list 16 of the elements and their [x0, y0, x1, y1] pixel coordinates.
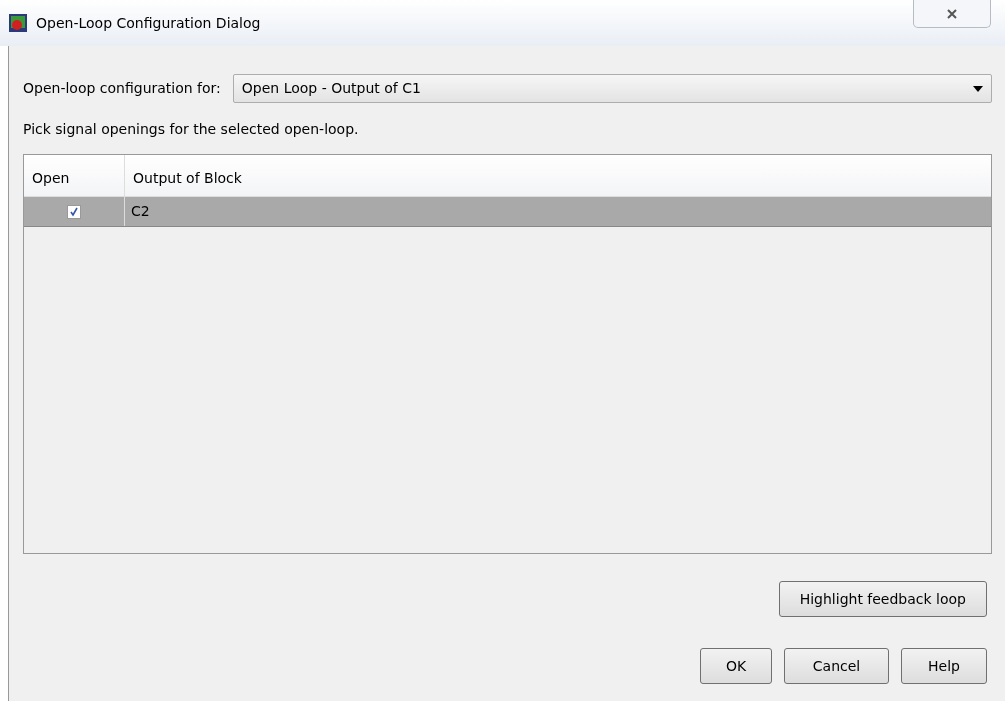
column-header: Open [24, 155, 125, 196]
config-label: Open-loop configuration for: [23, 79, 221, 98]
window-title: Open-Loop Configuration Dialog [36, 13, 261, 33]
config-dropdown[interactable]: Open Loop - Output of C1 [232, 74, 992, 103]
instruction-text: Pick signal openings for the selected open-loop. [23, 120, 360, 139]
caret-icon [973, 85, 983, 92]
table-row[interactable]: C2 [24, 197, 991, 227]
close-icon [946, 7, 958, 20]
table-cell-text: C2 [130, 202, 151, 221]
cancel-button[interactable]: Cancel [784, 648, 889, 684]
checkbox[interactable] [67, 204, 81, 219]
app-icon [8, 13, 28, 33]
column-header: Output of Block [132, 169, 243, 188]
ok-button[interactable]: OK [700, 648, 772, 684]
highlight-feedback-loop-button[interactable]: Highlight feedback loop [778, 581, 987, 617]
help-button[interactable]: Help [901, 648, 987, 684]
